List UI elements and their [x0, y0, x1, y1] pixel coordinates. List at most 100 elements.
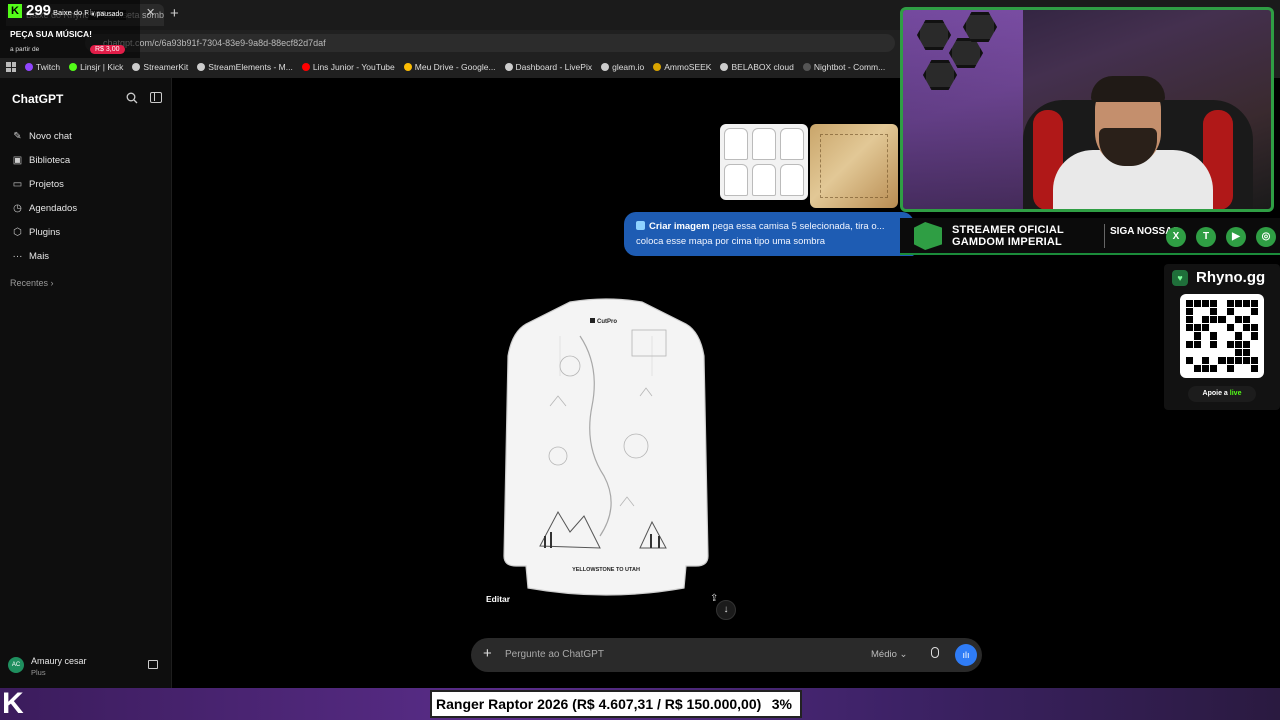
shirt-thumb [724, 164, 748, 196]
more-icon: ··· [12, 250, 23, 262]
bookmark-item[interactable]: StreamerKit [132, 62, 188, 72]
recentes-label: Recentes [10, 278, 49, 288]
share-icon[interactable]: ⇪ [710, 593, 718, 604]
user-name: Amaury cesar [31, 656, 87, 666]
plugins-icon: ⬡ [13, 226, 22, 238]
bookmark-label: Dashboard - LivePix [515, 62, 593, 72]
bookmark-item[interactable]: gleam.io [601, 62, 644, 72]
scroll-down-button[interactable]: ↓ [716, 600, 736, 620]
recentes-header[interactable]: Recentes › [10, 278, 54, 288]
bookmark-item[interactable]: Meu Drive - Google... [403, 62, 496, 72]
gamdom-logo-icon [914, 222, 942, 250]
bookmark-label: Nightbot - Comm... [813, 62, 886, 72]
bookmark-label: gleam.io [612, 62, 645, 72]
rhyno-qr-widget: ♥ Rhyno.gg Apoie a live [1164, 264, 1280, 410]
banner-line-2: GAMDOM IMPERIAL [952, 236, 1062, 248]
bookmark-item[interactable]: Twitch [25, 62, 60, 72]
banner-line-1: STREAMER OFICIAL [952, 224, 1064, 236]
bookmark-item[interactable]: BELABOX cloud [720, 62, 794, 72]
music-status-label: pausado [96, 11, 124, 18]
user-plan: Plus [31, 668, 46, 677]
bookmark-item[interactable]: Linsjr | Kick [69, 62, 123, 72]
new-tab-icon[interactable]: + [170, 5, 179, 22]
apps-grid-icon[interactable] [6, 62, 16, 72]
bookmark-favicon-icon [197, 63, 206, 71]
bookmark-favicon-icon [720, 63, 729, 71]
goal-percent: 3% [771, 696, 792, 712]
bookmark-label: Twitch [36, 62, 61, 72]
shirt-options-thumbnail[interactable] [720, 124, 808, 200]
bookmark-label: Linsjr | Kick [80, 62, 124, 72]
bookmark-item[interactable]: Dashboard - LivePix [504, 62, 593, 72]
sidebar-item-label: Agendados [29, 202, 78, 214]
sidebar-item-scheduled[interactable]: ◷ Agendados [8, 196, 164, 220]
shirt-thumb [752, 128, 776, 160]
user-profile[interactable]: AC Amaury cesar Plus [8, 655, 164, 681]
bookmark-label: Lins Junior - YouTube [312, 62, 395, 72]
apoie-button: Apoie a live [1188, 386, 1256, 402]
bookmark-label: AmmoSEEK [664, 62, 712, 72]
shirt-thumb [752, 164, 776, 196]
attach-plus-icon[interactable]: + [483, 645, 492, 662]
bookmark-item[interactable]: StreamElements - M... [197, 62, 293, 72]
user-message-bubble: Criar imagem pega essa camisa 5 selecion… [624, 212, 914, 256]
shirt-thumb [780, 164, 804, 196]
avatar: AC [8, 657, 24, 673]
attached-images [720, 124, 898, 208]
library-icon: ▣ [12, 154, 23, 166]
sidebar-item-plugins[interactable]: ⬡ Plugins [8, 220, 164, 244]
apoie-word: live [1229, 390, 1242, 397]
youtube-social-icon: ▶ [1226, 227, 1246, 247]
sidebar-item-label: Biblioteca [29, 154, 71, 166]
sidebar-toggle-icon[interactable] [150, 92, 162, 103]
bookmark-item[interactable]: Nightbot - Comm... [802, 62, 886, 72]
goal-ticker: Ranger Raptor 2026 (R$ 4.607,31 / R$ 150… [430, 690, 802, 718]
brand-logo-icon [590, 318, 595, 323]
sidebar-nav: ✎ Novo chat ▣ Biblioteca ▭ Projetos ◷ Agendados… [8, 124, 164, 268]
sidebar-item-label: Plugins [29, 226, 61, 238]
apoie-prefix: Apoie a [1202, 390, 1228, 397]
voice-mode-button[interactable]: ılı [955, 644, 977, 666]
shirt-thumb [780, 128, 804, 160]
model-label: Médio [871, 649, 897, 660]
bookmark-favicon-icon [301, 63, 310, 71]
goal-text: Ranger Raptor 2026 (R$ 4.607,31 / R$ 150… [436, 696, 762, 712]
gift-icon[interactable] [148, 660, 158, 669]
bookmark-favicon-icon [504, 63, 513, 71]
sidebar-item-label: Projetos [29, 178, 64, 190]
microphone-icon[interactable] [931, 647, 939, 658]
screen: Baixe do Rhyno — camiseta sombra ✕ + cha… [0, 0, 1280, 720]
edit-button[interactable]: Editar [486, 594, 510, 604]
sidebar-item-label: Novo chat [29, 130, 72, 142]
kick-logo-icon: K [8, 4, 22, 18]
streamer-hair [1091, 76, 1165, 102]
bookmark-favicon-icon [802, 63, 811, 71]
chat-sidebar: ChatGPT ✎ Novo chat ▣ Biblioteca ▭ Projetos ◷ A… [0, 78, 172, 688]
projects-icon: ▭ [12, 178, 23, 190]
rhyno-name: Rhyno.gg [1196, 269, 1266, 286]
shirt-brand: CutPro [597, 319, 617, 325]
x-social-icon: X [1166, 227, 1186, 247]
search-icon[interactable] [126, 92, 138, 104]
bookmark-item[interactable]: Lins Junior - YouTube [301, 62, 395, 72]
model-selector[interactable]: Médio ⌄ [871, 649, 907, 660]
bookmark-label: StreamElements - M... [208, 62, 293, 72]
tiktok-social-icon: T [1196, 227, 1216, 247]
bookmark-favicon-icon [653, 63, 662, 71]
qr-code [1180, 294, 1264, 378]
tab-close-icon[interactable]: ✕ [146, 6, 155, 19]
sidebar-item-projects[interactable]: ▭ Projetos [8, 172, 164, 196]
map-thumbnail[interactable] [810, 124, 898, 208]
bookmark-favicon-icon [403, 63, 412, 71]
sidebar-item-new-chat[interactable]: ✎ Novo chat [8, 124, 164, 148]
prompt-input[interactable]: Pergunte ao ChatGPT [505, 649, 604, 660]
sidebar-item-more[interactable]: ··· Mais [8, 244, 164, 268]
music-cta: PEÇA SUA MÚSICA! [10, 29, 93, 39]
webcam-overlay [900, 7, 1274, 212]
brand-title[interactable]: ChatGPT [12, 92, 63, 106]
sidebar-item-library[interactable]: ▣ Biblioteca [8, 148, 164, 172]
tool-tag: Criar imagem [649, 221, 710, 232]
url-field[interactable]: chatgpt.com/c/6a93b91f-7304-83e9-9a8d-88… [85, 34, 895, 52]
generated-shirt-image[interactable]: CutPro YELLOWSTONE TO UTAH [500, 296, 712, 600]
bookmark-item[interactable]: AmmoSEEK [653, 62, 711, 72]
